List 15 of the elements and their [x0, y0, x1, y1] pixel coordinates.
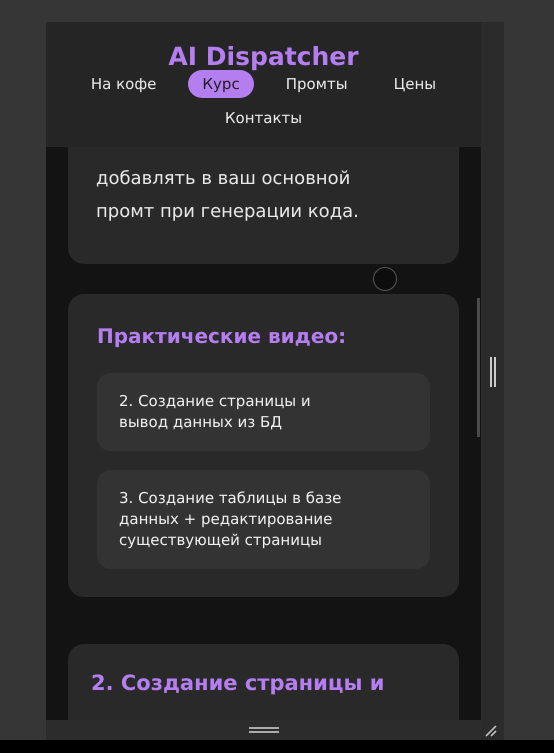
nav-link[interactable]: Цены — [380, 70, 450, 98]
resize-icon[interactable] — [485, 725, 497, 737]
site-title: AI Dispatcher — [168, 42, 359, 72]
nav-link[interactable]: Промты — [272, 70, 362, 98]
section-title: Практические видео: — [97, 323, 348, 350]
drag-handle-icon[interactable] — [248, 727, 278, 733]
nav-link[interactable]: Курс — [188, 70, 254, 98]
video-link[interactable]: 2. Создание страницы и вывод данных из БД — [97, 373, 430, 451]
circle-button[interactable] — [373, 267, 397, 291]
video-link[interactable]: 3. Создание таблицы в базе данных + редактирование существующей страницы — [97, 470, 430, 569]
section-title: 2. Создание страницы и — [91, 670, 386, 697]
paragraph: добавлять в ваш основной промт при генерации кода. — [96, 167, 360, 224]
nav-link[interactable]: На кофе — [76, 70, 170, 98]
nav-link[interactable]: Контакты — [210, 104, 316, 132]
splitter-grip-icon[interactable] — [488, 357, 496, 387]
